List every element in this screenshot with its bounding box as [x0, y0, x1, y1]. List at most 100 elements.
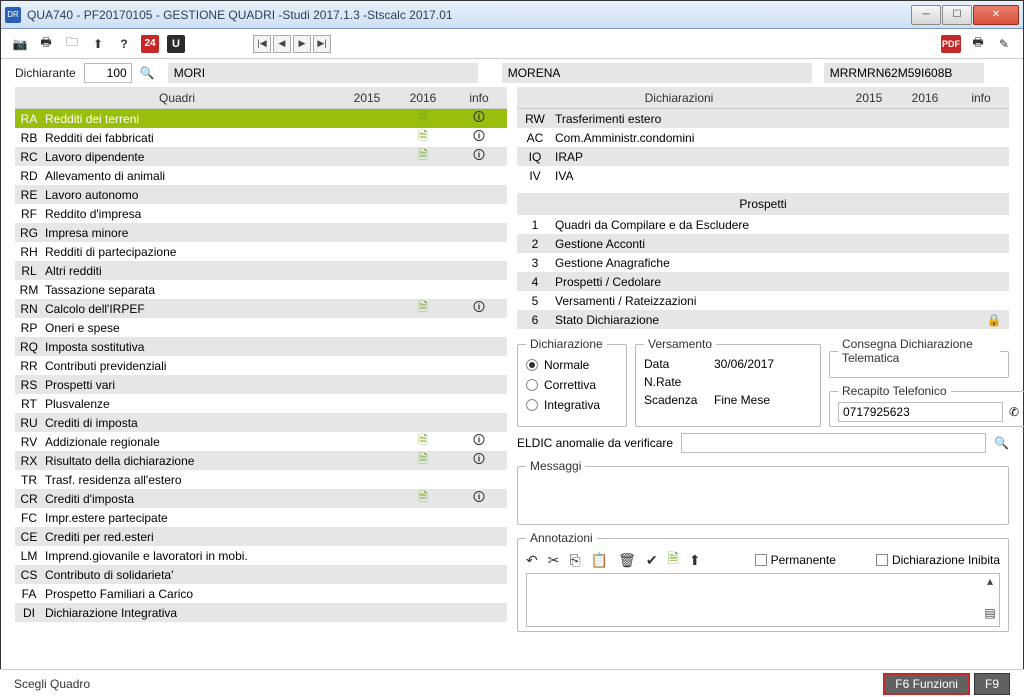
nav-last-button[interactable]: ▶| — [313, 35, 331, 53]
dich-row-AC[interactable]: ACCom.Amministr.condomini — [517, 128, 1009, 147]
nav-next-button[interactable]: ▶ — [293, 35, 311, 53]
dich-row-IV[interactable]: IVIVA — [517, 166, 1009, 185]
prospetto-row-5[interactable]: 5Versamenti / Rateizzazioni — [517, 291, 1009, 310]
annotazioni-textarea[interactable]: ▴ ▤ — [526, 573, 1000, 627]
pdf-icon[interactable]: PDF — [941, 35, 961, 53]
prospetto-row-1[interactable]: 1Quadri da Compilare e da Escludere — [517, 215, 1009, 234]
search-icon[interactable]: 🔍 — [994, 436, 1009, 450]
quadro-row-RS[interactable]: RSProspetti vari — [15, 375, 507, 394]
quadro-row-DI[interactable]: DIDichiarazione Integrativa — [15, 603, 507, 622]
nav-prev-button[interactable]: ◀ — [273, 35, 291, 53]
copy-icon[interactable]: ⎘ — [569, 552, 580, 569]
quadro-row-RR[interactable]: RRContributi previdenziali — [15, 356, 507, 375]
quadro-row-RB[interactable]: RBRedditi dei fabbricati🗎🛈 — [15, 128, 507, 147]
prospetto-row-6[interactable]: 6Stato Dichiarazione🔒 — [517, 310, 1009, 329]
upload-icon[interactable]: ⬆ — [89, 35, 107, 53]
quadro-row-RG[interactable]: RGImpresa minore — [15, 223, 507, 242]
dichiarazione-legend: Dichiarazione — [526, 337, 607, 351]
info-icon[interactable]: 🛈 — [473, 490, 485, 504]
permanente-checkbox[interactable]: Permanente — [755, 553, 836, 567]
quadro-row-RP[interactable]: RPOneri e spese — [15, 318, 507, 337]
quadro-row-RE[interactable]: RELavoro autonomo — [15, 185, 507, 204]
f9-button[interactable]: F9 — [974, 673, 1010, 695]
quadro-row-RM[interactable]: RMTassazione separata — [15, 280, 507, 299]
print-icon[interactable]: 🖶 — [37, 35, 55, 53]
title-bar: DR QUA740 - PF20170105 - GESTIONE QUADRI… — [1, 1, 1023, 29]
prospetto-row-4[interactable]: 4Prospetti / Cedolare — [517, 272, 1009, 291]
quadro-row-FC[interactable]: FCImpr.estere partecipate — [15, 508, 507, 527]
expand-icon[interactable]: ▤ — [981, 600, 999, 626]
info-icon[interactable]: 🛈 — [473, 148, 485, 162]
minimize-button[interactable]: ─ — [911, 5, 941, 25]
dich-row-RW[interactable]: RWTrasferimenti estero — [517, 109, 1009, 128]
tool-u-icon[interactable]: U — [167, 35, 185, 53]
f6-funzioni-button[interactable]: F6 Funzioni — [883, 673, 970, 695]
quadro-code: FC — [15, 511, 43, 525]
prospetto-name: Gestione Anagrafiche — [553, 256, 979, 270]
edit-icon[interactable]: ✎ — [995, 35, 1013, 53]
doc-icon[interactable]: 🗎 — [668, 548, 679, 572]
quadro-code: CS — [15, 568, 43, 582]
quadro-row-RF[interactable]: RFReddito d'impresa — [15, 204, 507, 223]
prospetto-row-2[interactable]: 2Gestione Acconti — [517, 234, 1009, 253]
quadro-row-CS[interactable]: CSContributo di solidarieta' — [15, 565, 507, 584]
eldic-input[interactable] — [681, 433, 986, 453]
folder-icon[interactable]: 🗀 — [63, 35, 81, 53]
delete-icon[interactable]: 🗑 — [618, 552, 636, 569]
prospetto-num: 6 — [517, 313, 553, 327]
quadro-row-RL[interactable]: RLAltri redditi — [15, 261, 507, 280]
print2-icon[interactable]: 🖶 — [969, 35, 987, 53]
quadro-row-RX[interactable]: RXRisultato della dichiarazione🗎🛈 — [15, 451, 507, 470]
info-icon[interactable]: 🛈 — [473, 452, 485, 466]
prospetto-name: Quadri da Compilare e da Escludere — [553, 218, 979, 232]
quadro-row-TR[interactable]: TRTrasf. residenza all'estero — [15, 470, 507, 489]
dichiarante-number-input[interactable] — [84, 63, 132, 83]
tool-24-icon[interactable]: 24 — [141, 35, 159, 53]
close-button[interactable]: ✕ — [973, 5, 1019, 25]
check-icon[interactable]: ✔ — [646, 552, 658, 569]
quadro-row-RC[interactable]: RCLavoro dipendente🗎🛈 — [15, 147, 507, 166]
maximize-button[interactable]: ☐ — [942, 5, 972, 25]
quadro-code: DI — [15, 606, 43, 620]
quadro-row-CR[interactable]: CRCrediti d'imposta🗎🛈 — [15, 489, 507, 508]
search-icon[interactable]: 🔍 — [140, 66, 154, 80]
upload-icon[interactable]: ⬆ — [689, 552, 701, 569]
quadro-row-RQ[interactable]: RQImposta sostitutiva — [15, 337, 507, 356]
info-icon[interactable]: 🛈 — [473, 129, 485, 143]
quadro-row-RH[interactable]: RHRedditi di partecipazione — [15, 242, 507, 261]
radio-integrativa[interactable]: Integrativa — [526, 395, 618, 415]
quadro-name: Altri redditi — [43, 264, 339, 278]
col-2015-r: 2015 — [841, 91, 897, 105]
nav-first-button[interactable]: |◀ — [253, 35, 271, 53]
info-icon[interactable]: 🛈 — [473, 110, 485, 124]
inibita-checkbox[interactable]: Dichiarazione Inibita — [876, 553, 1000, 567]
scroll-up-icon[interactable]: ▴ — [981, 574, 999, 600]
quadro-row-RD[interactable]: RDAllevamento di animali — [15, 166, 507, 185]
quadro-row-CE[interactable]: CECrediti per red.esteri — [15, 527, 507, 546]
dich-row-IQ[interactable]: IQIRAP — [517, 147, 1009, 166]
quadro-row-RT[interactable]: RTPlusvalenze — [15, 394, 507, 413]
quadro-row-RA[interactable]: RARedditi dei terreni🗎🛈 — [15, 109, 507, 128]
quadro-row-LM[interactable]: LMImprend.giovanile e lavoratori in mobi… — [15, 546, 507, 565]
radio-normale[interactable]: Normale — [526, 355, 618, 375]
quadro-code: RE — [15, 188, 43, 202]
quadro-code: LM — [15, 549, 43, 563]
quadro-row-RU[interactable]: RUCrediti di imposta — [15, 413, 507, 432]
quadro-row-RN[interactable]: RNCalcolo dell'IRPEF🗎🛈 — [15, 299, 507, 318]
paste-icon[interactable]: 📋 — [591, 552, 608, 569]
info-icon[interactable]: 🛈 — [473, 433, 485, 447]
prospetto-row-3[interactable]: 3Gestione Anagrafiche — [517, 253, 1009, 272]
info-icon[interactable]: 🛈 — [473, 300, 485, 314]
cut-icon[interactable]: ✂ — [548, 552, 560, 569]
dichiarante-label: Dichiarante — [15, 66, 76, 80]
undo-icon[interactable]: ↶ — [526, 552, 538, 569]
quadro-code: RS — [15, 378, 43, 392]
quadro-row-FA[interactable]: FAProspetto Familiari a Carico — [15, 584, 507, 603]
camera-icon[interactable]: 📷 — [11, 35, 29, 53]
quadro-row-RV[interactable]: RVAddizionale regionale🗎🛈 — [15, 432, 507, 451]
phone-icon[interactable]: ✆ — [1009, 405, 1019, 419]
col-dich: Dichiarazioni — [517, 91, 841, 105]
radio-correttiva[interactable]: Correttiva — [526, 375, 618, 395]
help-icon[interactable]: ? — [115, 35, 133, 53]
phone-input[interactable] — [838, 402, 1003, 422]
